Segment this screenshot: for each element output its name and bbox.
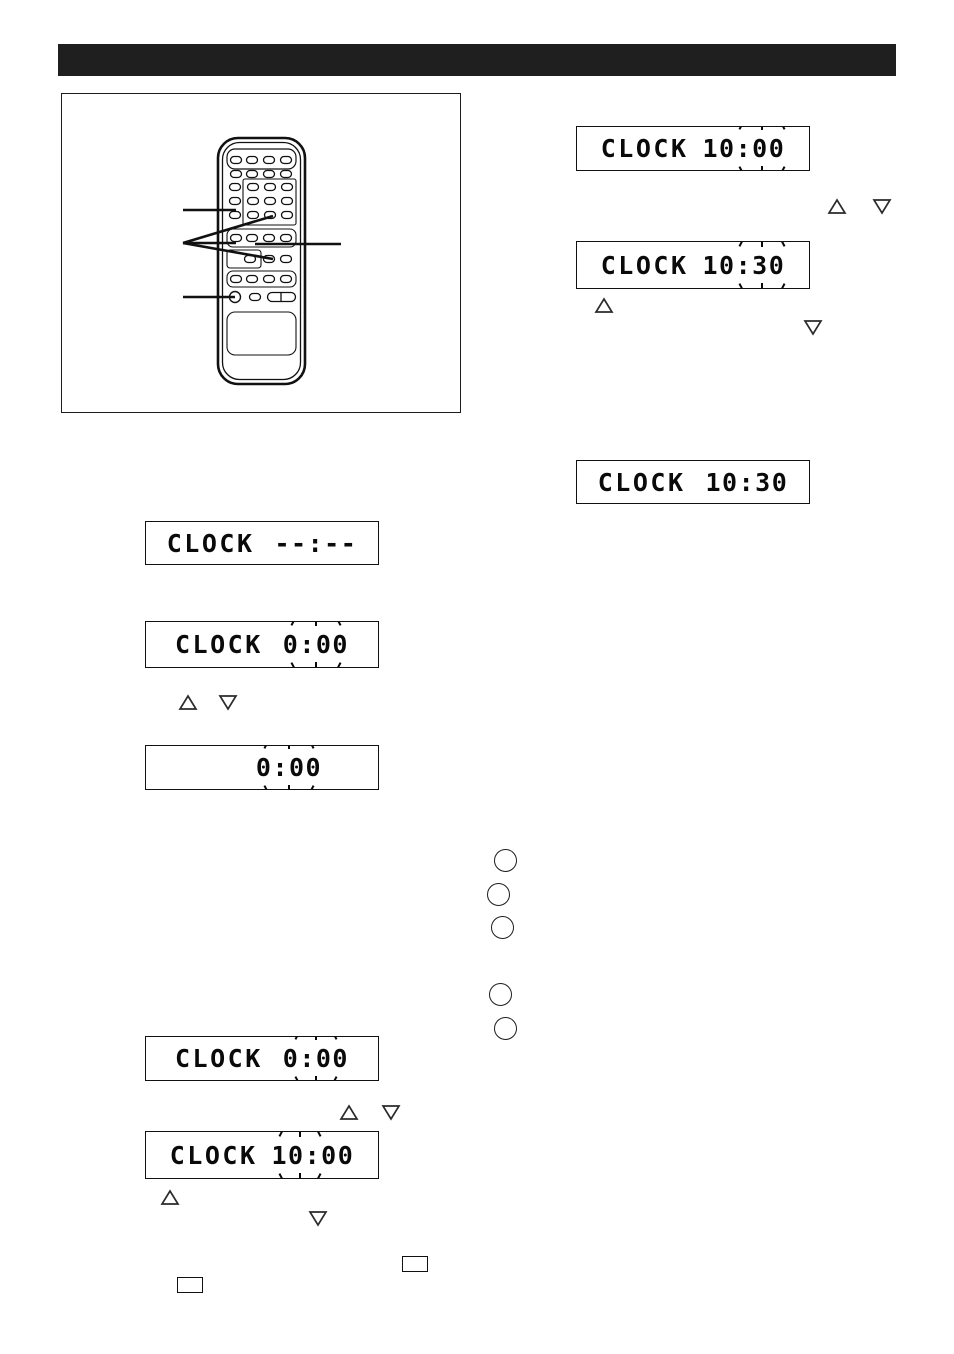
lcd-value: 10:30 [705,467,789,497]
blink-indicator-bottom-icon [294,1076,338,1080]
blink-indicator-top-icon [278,1132,322,1138]
lcd-value: 10:30 [702,250,786,280]
lcd-value-group: 10:00 [702,127,786,170]
lcd-display-clock-1030-blink-minute: CLOCK 10:30 [576,241,810,289]
step-bullet-2 [487,883,510,906]
step-bullet-5 [494,1017,517,1040]
blink-indicator-top-icon [738,127,786,131]
blink-indicator-bottom-icon [738,282,786,288]
lcd-display-clock-empty: CLOCK --:-- [145,521,379,565]
lcd-value: --:-- [274,528,358,558]
lcd-value: 0:00 [282,630,349,659]
button-glyph-right[interactable] [402,1256,428,1272]
blink-indicator-bottom-icon [738,166,786,170]
step-bullet-4 [489,983,512,1006]
lcd-value: 10:00 [271,1140,355,1170]
lcd-value-group: --:-- [275,529,358,558]
lcd-value: 0:00 [255,753,323,782]
lcd-value-group: 0:00 [255,746,323,789]
page-header-bar [58,44,896,76]
lcd-label: CLOCK [175,1044,263,1073]
blink-indicator-top-icon [288,622,344,627]
lcd-label: CLOCK [175,630,263,659]
blink-indicator-top-icon [261,746,317,750]
lcd-value-group: 10:30 [706,468,789,497]
blink-indicator-bottom-icon [261,785,317,789]
lcd-display-clock-1000-blink-minute: CLOCK 10:00 [576,126,810,171]
lcd-value-group: 0:00 [282,1037,349,1080]
blink-indicator-bottom-icon [278,1172,322,1178]
lcd-display-clock-000-blink: CLOCK 0:00 [145,621,379,668]
lcd-value-group: 10:00 [271,1132,355,1178]
lcd-value: 10:00 [702,134,786,163]
blink-indicator-top-icon [738,242,786,248]
lcd-label: CLOCK [166,528,255,558]
lcd-display-clock-1000-blink-hour: CLOCK 10:00 [145,1131,379,1179]
lcd-value-group: 0:00 [282,622,349,667]
lcd-display-000-blink-nolabel: 0:00 [145,745,379,790]
remote-control-diagram [182,136,341,386]
lcd-label: CLOCK [600,250,689,280]
lcd-display-clock-000-blink-hour: CLOCK 0:00 [145,1036,379,1081]
lcd-label: CLOCK [169,1140,258,1170]
lcd-value: 0:00 [282,1044,349,1073]
lcd-display-clock-1030-steady: CLOCK 10:30 [576,460,810,504]
manual-page: CLOCK --:-- CLOCK 0:00 0:00 CLOCK 0:00 C… [0,0,954,1354]
button-glyph-left[interactable] [177,1277,203,1293]
lcd-label: CLOCK [597,467,686,497]
blink-indicator-top-icon [294,1037,338,1041]
step-bullet-3 [491,916,514,939]
lcd-value-group: 10:30 [702,242,786,288]
blink-indicator-bottom-icon [288,662,344,667]
lcd-label: CLOCK [600,134,689,163]
step-bullet-1 [494,849,517,872]
